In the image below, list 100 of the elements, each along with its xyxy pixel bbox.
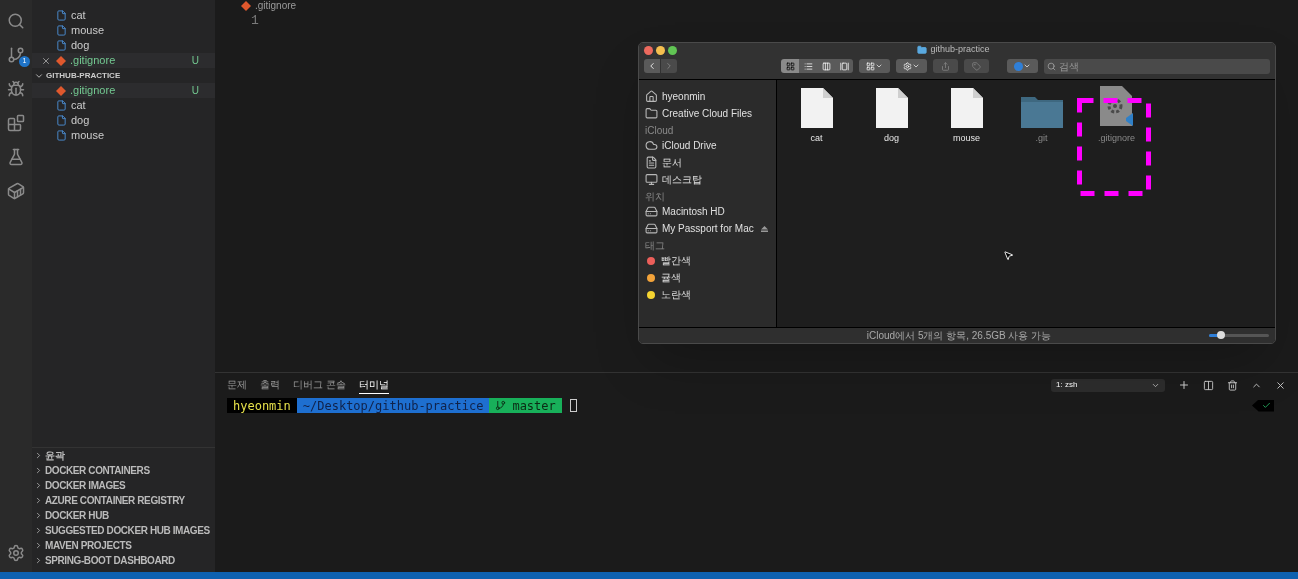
caret-icon xyxy=(875,62,883,70)
search-field[interactable]: 검색 xyxy=(1044,58,1270,74)
drive-icon xyxy=(645,205,658,218)
panel-tab[interactable]: 디버그 콘솔 xyxy=(293,376,346,394)
gallery-view-button[interactable] xyxy=(835,59,853,73)
panel-tab[interactable]: 문제 xyxy=(227,376,247,394)
trash-icon[interactable] xyxy=(1227,379,1238,391)
split-icon[interactable] xyxy=(1203,379,1214,391)
close-icon[interactable] xyxy=(41,55,51,66)
close-panel-icon[interactable] xyxy=(1275,379,1286,391)
git-file-icon xyxy=(56,55,66,66)
file-name: mouse xyxy=(71,23,106,39)
file-item[interactable]: dog xyxy=(32,113,215,128)
icon-view-button[interactable] xyxy=(781,59,799,73)
panel-tab[interactable]: 터미널 xyxy=(358,376,389,394)
file-icon xyxy=(56,40,67,51)
search-icon[interactable] xyxy=(7,12,25,30)
file-name: dog xyxy=(71,113,91,129)
slider-thumb[interactable] xyxy=(1217,331,1225,339)
collapsed-section[interactable]: 윤곽 xyxy=(32,448,215,463)
terminal-select[interactable]: 1: zsh xyxy=(1051,378,1165,392)
container-icon[interactable] xyxy=(7,182,25,200)
maximize-button[interactable] xyxy=(668,45,677,55)
file-name[interactable]: cat xyxy=(810,132,823,146)
file-name: cat xyxy=(71,8,87,24)
file-item[interactable]: .gitignore U xyxy=(32,83,215,98)
gear-icon xyxy=(903,61,912,71)
sidebar-item[interactable]: Macintosh HD xyxy=(645,203,776,220)
file-name[interactable]: .git xyxy=(1035,132,1048,146)
document-icon xyxy=(950,88,983,128)
collapsed-section[interactable]: SPRING-BOOT DASHBOARD xyxy=(32,553,215,568)
settings-icon[interactable] xyxy=(7,544,25,562)
collapsed-section[interactable]: SUGGESTED DOCKER HUB IMAGES xyxy=(32,523,215,538)
close-window-button[interactable] xyxy=(644,45,653,55)
extensions-icon[interactable] xyxy=(7,114,25,132)
sidebar-item[interactable]: My Passport for Mac xyxy=(645,220,776,237)
list-icon xyxy=(803,61,813,71)
sidebar-heading: iCloud xyxy=(645,125,675,137)
file-item[interactable]: mouse xyxy=(32,128,215,143)
file-name[interactable]: mouse xyxy=(953,132,980,146)
columns-icon xyxy=(821,61,831,71)
file-name: .gitignore xyxy=(70,53,117,69)
branch-icon xyxy=(495,400,507,411)
prompt-path: ~/Desktop/github-practice xyxy=(296,398,490,413)
sidebar-item[interactable]: hyeonmin xyxy=(645,88,776,105)
caret-icon xyxy=(912,62,920,70)
tag-icon xyxy=(972,61,981,71)
sidebar-item[interactable]: 귤색 xyxy=(645,269,776,286)
cloud-icon xyxy=(645,139,658,152)
file-item[interactable]: cat xyxy=(32,98,215,113)
sidebar-item[interactable]: iCloud Drive xyxy=(645,137,776,154)
collapsed-section[interactable]: DOCKER HUB xyxy=(32,508,215,523)
forward-icon xyxy=(664,61,674,71)
caret-icon xyxy=(1023,62,1031,70)
back-icon xyxy=(647,61,657,71)
sidebar-item[interactable]: 노란색 xyxy=(645,286,776,303)
sidebar-item[interactable]: 데스크탑 xyxy=(645,171,776,188)
back-button[interactable] xyxy=(644,59,660,73)
file-item[interactable]: dog xyxy=(32,38,215,53)
sidebar-heading: 위치 xyxy=(645,191,666,203)
share-button[interactable] xyxy=(933,59,958,73)
sidebar-item[interactable]: 빨간색 xyxy=(645,252,776,269)
workspace-header[interactable]: GITHUB-PRACTICE xyxy=(32,68,215,83)
file-name[interactable]: .gitignore xyxy=(1098,132,1135,146)
bug-icon[interactable] xyxy=(7,80,25,98)
collapsed-section[interactable]: DOCKER CONTAINERS xyxy=(32,463,215,478)
terminal-cursor xyxy=(569,399,577,412)
list-view-button[interactable] xyxy=(799,59,817,73)
collapsed-section[interactable]: DOCKER IMAGES xyxy=(32,478,215,493)
prompt-branch: master xyxy=(512,397,556,415)
file-item[interactable]: mouse xyxy=(32,23,215,38)
document-icon xyxy=(875,88,908,128)
mouse-pointer-icon xyxy=(1003,250,1014,261)
panel-tab[interactable]: 출력 xyxy=(260,376,280,394)
zoom-slider[interactable] xyxy=(1209,334,1269,337)
flask-icon[interactable] xyxy=(7,148,25,166)
grid-icon xyxy=(785,61,795,71)
collapsed-section[interactable]: MAVEN PROJECTS xyxy=(32,538,215,553)
search-icon xyxy=(1047,61,1056,71)
sidebar-item[interactable]: 문서 xyxy=(645,154,776,171)
drive-icon xyxy=(645,222,658,235)
collapsed-section[interactable]: AZURE CONTAINER REGISTRY xyxy=(32,493,215,508)
sidebar-item[interactable]: Creative Cloud Files xyxy=(645,105,776,122)
gear-document-icon xyxy=(1099,86,1134,128)
eject-icon[interactable] xyxy=(761,225,768,232)
file-icon xyxy=(56,10,67,21)
prompt-user: hyeonmin xyxy=(227,398,297,413)
file-icon xyxy=(56,100,67,111)
status-check-icon xyxy=(1252,399,1274,412)
action-button[interactable] xyxy=(896,59,927,73)
group-button[interactable] xyxy=(859,59,890,73)
file-item[interactable]: .gitignore U xyxy=(32,53,215,68)
file-name: dog xyxy=(71,38,91,54)
folder-icon xyxy=(917,45,928,55)
new-terminal-icon[interactable] xyxy=(1178,379,1190,391)
file-name[interactable]: dog xyxy=(884,132,899,146)
file-item[interactable]: cat xyxy=(32,8,215,23)
file-name: mouse xyxy=(71,128,106,144)
editor-tab[interactable]: .gitignore xyxy=(255,0,297,11)
minimize-button[interactable] xyxy=(656,45,665,55)
